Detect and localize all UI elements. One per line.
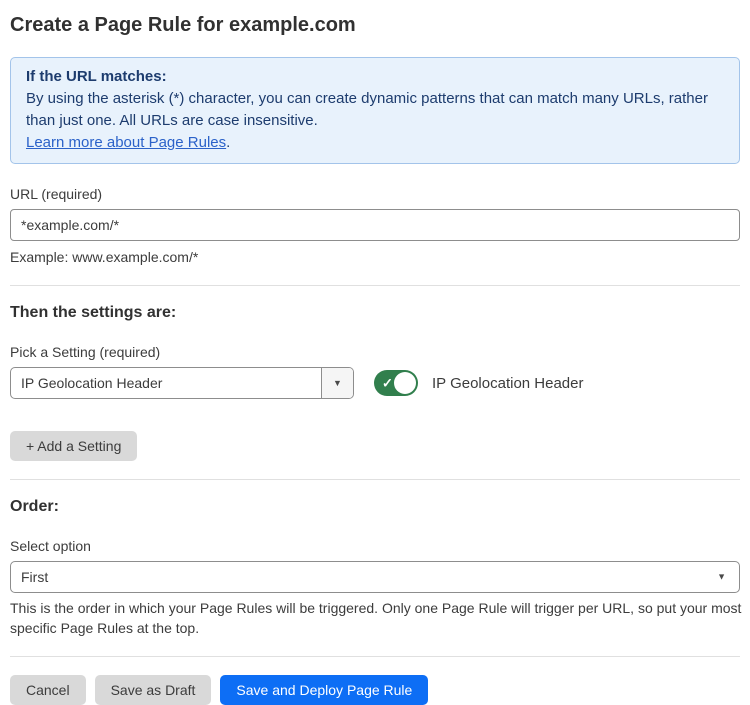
info-box-body: By using the asterisk (*) character, you… (26, 88, 724, 132)
toggle-label: IP Geolocation Header (432, 375, 584, 392)
info-box-link-line: Learn more about Page Rules. (26, 132, 724, 154)
url-label: URL (required) (10, 186, 740, 202)
footer-actions: Cancel Save as Draft Save and Deploy Pag… (10, 675, 740, 705)
info-box-heading: If the URL matches: (26, 66, 724, 88)
order-select-value: First (21, 569, 48, 585)
chevron-down-icon: ▼ (717, 573, 726, 582)
save-draft-button[interactable]: Save as Draft (95, 675, 212, 705)
ip-geolocation-toggle[interactable]: ✓ (374, 370, 418, 396)
setting-picker-label: Pick a Setting (required) (10, 344, 740, 360)
url-input[interactable] (10, 209, 740, 241)
order-heading: Order: (10, 498, 740, 516)
setting-row: IP Geolocation Header ▼ ✓ IP Geolocation… (10, 367, 740, 399)
add-setting-button[interactable]: + Add a Setting (10, 431, 137, 461)
toggle-knob (394, 372, 416, 394)
divider (10, 656, 740, 657)
url-example-text: Example: www.example.com/* (10, 247, 740, 267)
divider (10, 285, 740, 286)
chevron-down-icon: ▼ (333, 379, 342, 388)
url-match-info-box: If the URL matches: By using the asteris… (10, 57, 740, 164)
setting-picker[interactable]: IP Geolocation Header ▼ (10, 367, 354, 399)
cancel-button[interactable]: Cancel (10, 675, 86, 705)
check-icon: ✓ (382, 377, 393, 390)
setting-picker-dropdown-button[interactable]: ▼ (321, 368, 353, 398)
order-select-label: Select option (10, 538, 740, 554)
link-suffix: . (226, 134, 230, 151)
divider (10, 479, 740, 480)
page-rules-link[interactable]: Learn more about Page Rules (26, 134, 226, 151)
settings-heading: Then the settings are: (10, 304, 740, 322)
page-title: Create a Page Rule for example.com (10, 14, 740, 37)
setting-picker-value: IP Geolocation Header (11, 368, 321, 398)
order-helper-text: This is the order in which your Page Rul… (10, 598, 745, 638)
save-deploy-button[interactable]: Save and Deploy Page Rule (220, 675, 428, 705)
order-select[interactable]: First ▼ (10, 561, 740, 593)
